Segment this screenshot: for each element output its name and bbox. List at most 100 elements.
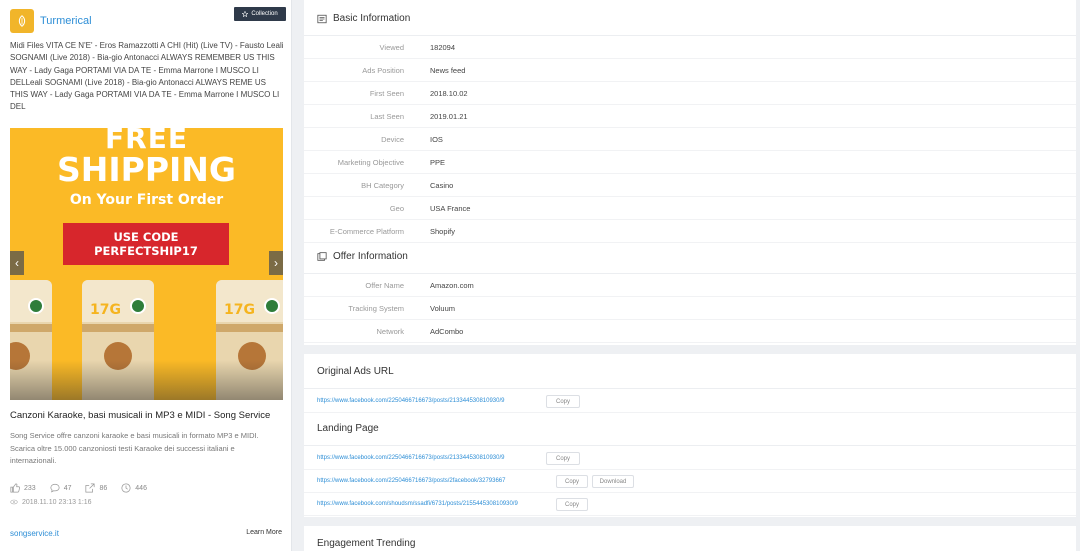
info-value: Amazon.com	[430, 281, 474, 290]
star-icon	[242, 11, 249, 17]
info-label: Device	[381, 135, 404, 144]
offer-info-header: Offer Information	[304, 240, 1076, 274]
copy-button[interactable]: Copy	[546, 452, 580, 465]
bag-label: 17G	[90, 302, 121, 318]
bag-label: 17G	[224, 302, 255, 318]
info-label: Offer Name	[365, 281, 404, 290]
ad-date: 2018.11.10 23:13 1:16	[22, 498, 92, 506]
landing-url-link[interactable]: https://www.facebook.com/2250466716673/p…	[317, 455, 504, 461]
clock-icon	[121, 483, 131, 493]
creative-headline-shipping: SHIPPING	[56, 150, 237, 189]
landing-url-row: https://www.facebook.com/2250466716673/p…	[304, 447, 1076, 470]
info-label: Ads Position	[362, 66, 404, 75]
info-label: Tracking System	[348, 304, 404, 313]
info-label: Marketing Objective	[337, 158, 404, 167]
learn-more-button[interactable]: Learn More	[246, 529, 282, 538]
share-icon	[85, 483, 96, 493]
comments-count: 47	[63, 484, 72, 492]
info-row: Ads Position News feed	[304, 59, 1076, 82]
copy-button[interactable]: Copy	[556, 475, 588, 488]
info-row: BH Category Casino	[304, 174, 1076, 197]
info-value: USA France	[430, 204, 471, 213]
info-value: 2018.10.02	[430, 89, 468, 98]
promo-code-line1: USE CODE	[113, 230, 179, 244]
info-row: Device IOS	[304, 128, 1076, 151]
promo-code-line2: PERFECTSHIP17	[94, 244, 198, 258]
landing-url-row: https://www.facebook.com/shoudsm/ssadfi/…	[304, 493, 1076, 516]
creative-subheadline: On Your First Order	[69, 192, 224, 208]
info-row: Offer Name Amazon.com	[304, 274, 1076, 297]
shares-count: 86	[99, 484, 108, 492]
info-card-icon	[317, 14, 327, 23]
original-url-link[interactable]: https://www.facebook.com/2250466716673/p…	[317, 398, 504, 404]
section-divider	[304, 517, 1076, 526]
chevron-right-icon: ›	[274, 256, 278, 270]
engagement-header: Engagement Trending	[304, 527, 1076, 551]
info-label: Viewed	[379, 43, 404, 52]
info-row: Viewed 182094	[304, 36, 1076, 59]
landing-page-header: Landing Page	[304, 412, 1076, 446]
info-value: AdCombo	[430, 327, 464, 336]
original-url-title: Original Ads URL	[317, 366, 394, 377]
ad-footer: songservice.it Learn More	[10, 529, 282, 538]
info-row: First Seen 2018.10.02	[304, 82, 1076, 105]
download-button[interactable]: Download	[592, 475, 634, 488]
likes-count: 233	[24, 484, 36, 492]
site-link[interactable]: songservice.it	[10, 529, 59, 538]
carousel-prev-button[interactable]: ‹	[10, 251, 24, 275]
info-value: Voluum	[430, 304, 456, 313]
info-label: Geo	[389, 204, 404, 213]
offer-icon	[317, 251, 327, 261]
info-label: Last Seen	[370, 112, 404, 121]
info-row: Last Seen 2019.01.21	[304, 105, 1076, 128]
brand-logo[interactable]	[10, 9, 34, 33]
carousel-next-button[interactable]: ›	[269, 251, 283, 275]
comments-stat: 47	[50, 483, 72, 493]
engagement-stats: 233 47 86 446	[10, 483, 147, 493]
info-label: Network	[376, 327, 404, 336]
info-row: Geo USA France	[304, 197, 1076, 220]
thumbs-up-icon	[10, 483, 20, 493]
ad-card: Turmerical Collection Midi Files VITA CE…	[0, 0, 292, 551]
info-row: Tracking System Voluum	[304, 297, 1076, 320]
offer-info-title: Offer Information	[333, 251, 408, 262]
ad-creative-image[interactable]: FREE SHIPPING On Your First Order USE CO…	[10, 128, 283, 400]
engagement-title: Engagement Trending	[317, 538, 416, 549]
info-row: Marketing Objective PPE	[304, 151, 1076, 174]
info-value: News feed	[430, 66, 466, 75]
info-label: BH Category	[361, 181, 404, 190]
info-value: 2019.01.21	[430, 112, 468, 121]
info-row: Network AdCombo	[304, 320, 1076, 343]
views-stat: 446	[121, 483, 147, 493]
landing-page-title: Landing Page	[317, 423, 379, 434]
section-divider	[304, 345, 1076, 354]
details-panel: Basic Information Viewed 182094 Ads Positi…	[304, 0, 1076, 551]
copy-button[interactable]: Copy	[546, 395, 580, 408]
collection-label: Collection	[251, 11, 278, 17]
collection-button[interactable]: Collection	[234, 7, 286, 21]
info-value: Casino	[430, 181, 454, 190]
landing-url-row: https://www.facebook.com/2250466716673/p…	[304, 470, 1076, 493]
creative-promo-code: USE CODE PERFECTSHIP17	[63, 223, 229, 265]
info-label: First Seen	[369, 89, 404, 98]
info-value: IOS	[430, 135, 443, 144]
ad-copy-text: Midi Files VITA CE N'E' - Eros Ramazzott…	[10, 41, 284, 112]
leaf-icon	[18, 15, 26, 27]
info-label: E-Commerce Platform	[329, 227, 404, 236]
landing-url-link[interactable]: https://www.facebook.com/shoudsm/ssadfi/…	[317, 501, 518, 507]
likes-stat: 233	[10, 483, 36, 493]
landing-url-link[interactable]: https://www.facebook.com/2250466716673/p…	[317, 478, 505, 484]
copy-button[interactable]: Copy	[556, 498, 588, 511]
brand-name[interactable]: Turmerical	[40, 15, 92, 27]
eye-icon	[10, 499, 18, 505]
info-value: PPE	[430, 158, 446, 167]
views-count: 446	[135, 484, 147, 492]
ad-description: Song Service offre canzoni karaoke e bas…	[10, 431, 259, 465]
ad-title: Canzoni Karaoke, basi musicali in MP3 e …	[10, 410, 271, 421]
original-url-header: Original Ads URL	[304, 355, 1076, 389]
info-value: 182094	[430, 43, 456, 52]
basic-info-header: Basic Information	[304, 2, 1076, 36]
ad-header: Turmerical Collection	[0, 0, 291, 40]
shares-stat: 86	[85, 483, 107, 493]
ad-date-row: 2018.11.10 23:13 1:16	[10, 498, 92, 506]
